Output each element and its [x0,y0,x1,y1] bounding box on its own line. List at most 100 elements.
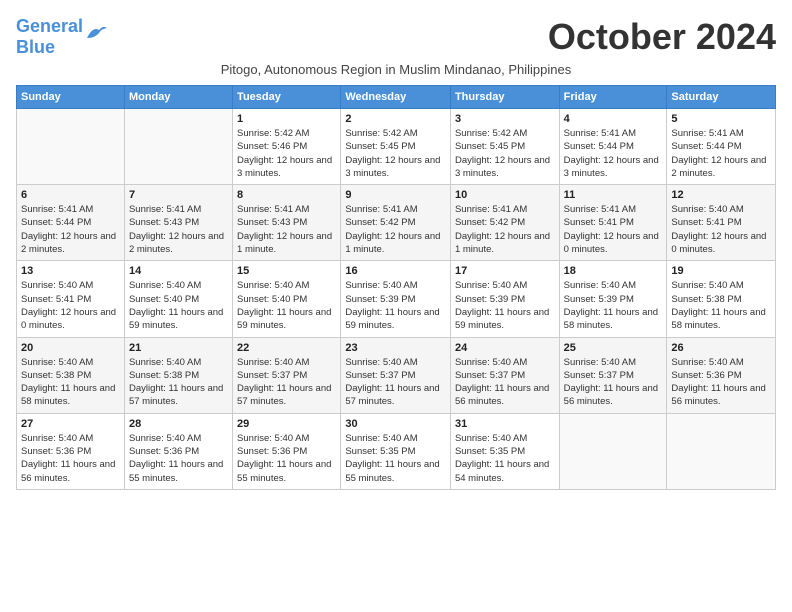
day-number: 14 [129,265,228,277]
calendar-week-3: 13 Sunrise: 5:40 AM Sunset: 5:41 PM Dayli… [17,261,776,337]
day-info: Sunrise: 5:42 AM Sunset: 5:45 PM Dayligh… [455,127,555,180]
calendar: SundayMondayTuesdayWednesdayThursdayFrid… [16,85,776,490]
day-info: Sunrise: 5:41 AM Sunset: 5:42 PM Dayligh… [345,203,446,256]
header: GeneralBlue October 2024 [16,16,776,58]
calendar-header-tuesday: Tuesday [233,86,341,109]
day-number: 5 [671,113,771,125]
day-number: 24 [455,342,555,354]
calendar-cell: 14 Sunrise: 5:40 AM Sunset: 5:40 PM Dayli… [124,261,232,337]
day-number: 1 [237,113,336,125]
day-info: Sunrise: 5:40 AM Sunset: 5:41 PM Dayligh… [671,203,771,256]
day-number: 29 [237,418,336,430]
day-info: Sunrise: 5:40 AM Sunset: 5:37 PM Dayligh… [455,356,555,409]
day-info: Sunrise: 5:41 AM Sunset: 5:44 PM Dayligh… [564,127,663,180]
day-number: 9 [345,189,446,201]
day-info: Sunrise: 5:40 AM Sunset: 5:36 PM Dayligh… [671,356,771,409]
calendar-cell: 11 Sunrise: 5:41 AM Sunset: 5:41 PM Dayli… [559,185,667,261]
day-info: Sunrise: 5:40 AM Sunset: 5:39 PM Dayligh… [345,279,446,332]
calendar-week-1: 1 Sunrise: 5:42 AM Sunset: 5:46 PM Daylig… [17,109,776,185]
calendar-cell: 21Sunrise: 5:40 AM Sunset: 5:38 PM Dayli… [124,337,232,413]
calendar-header-thursday: Thursday [450,86,559,109]
day-number: 3 [455,113,555,125]
day-number: 11 [564,189,663,201]
day-info: Sunrise: 5:42 AM Sunset: 5:46 PM Dayligh… [237,127,336,180]
day-info: Sunrise: 5:41 AM Sunset: 5:44 PM Dayligh… [21,203,120,256]
day-number: 2 [345,113,446,125]
day-info: Sunrise: 5:40 AM Sunset: 5:38 PM Dayligh… [129,356,228,409]
day-number: 26 [671,342,771,354]
calendar-cell: 10Sunrise: 5:41 AM Sunset: 5:42 PM Dayli… [450,185,559,261]
calendar-cell: 5 Sunrise: 5:41 AM Sunset: 5:44 PM Daylig… [667,109,776,185]
day-number: 20 [21,342,120,354]
calendar-header-monday: Monday [124,86,232,109]
calendar-cell: 15Sunrise: 5:40 AM Sunset: 5:40 PM Dayli… [233,261,341,337]
day-info: Sunrise: 5:40 AM Sunset: 5:37 PM Dayligh… [345,356,446,409]
calendar-header-friday: Friday [559,86,667,109]
day-number: 6 [21,189,120,201]
day-number: 28 [129,418,228,430]
calendar-cell: 28 Sunrise: 5:40 AM Sunset: 5:36 PM Dayli… [124,413,232,489]
day-info: Sunrise: 5:40 AM Sunset: 5:35 PM Dayligh… [455,432,555,485]
subtitle: Pitogo, Autonomous Region in Muslim Mind… [16,62,776,77]
calendar-cell: 25 Sunrise: 5:40 AM Sunset: 5:37 PM Dayli… [559,337,667,413]
day-number: 4 [564,113,663,125]
calendar-body: 1 Sunrise: 5:42 AM Sunset: 5:46 PM Daylig… [17,109,776,490]
calendar-cell: 4 Sunrise: 5:41 AM Sunset: 5:44 PM Daylig… [559,109,667,185]
day-number: 13 [21,265,120,277]
day-number: 25 [564,342,663,354]
day-number: 30 [345,418,446,430]
month-title: October 2024 [548,16,776,58]
calendar-cell: 16 Sunrise: 5:40 AM Sunset: 5:39 PM Dayli… [341,261,451,337]
logo: GeneralBlue [16,16,107,58]
calendar-cell: 23 Sunrise: 5:40 AM Sunset: 5:37 PM Dayli… [341,337,451,413]
calendar-cell: 19 Sunrise: 5:40 AM Sunset: 5:38 PM Dayli… [667,261,776,337]
day-number: 17 [455,265,555,277]
calendar-cell [667,413,776,489]
day-number: 16 [345,265,446,277]
calendar-cell: 9 Sunrise: 5:41 AM Sunset: 5:42 PM Daylig… [341,185,451,261]
day-info: Sunrise: 5:40 AM Sunset: 5:36 PM Dayligh… [129,432,228,485]
calendar-cell: 1 Sunrise: 5:42 AM Sunset: 5:46 PM Daylig… [233,109,341,185]
day-info: Sunrise: 5:40 AM Sunset: 5:38 PM Dayligh… [671,279,771,332]
logo-bird-icon [85,24,107,40]
day-info: Sunrise: 5:40 AM Sunset: 5:40 PM Dayligh… [237,279,336,332]
calendar-week-2: 6 Sunrise: 5:41 AM Sunset: 5:44 PM Daylig… [17,185,776,261]
calendar-cell: 3 Sunrise: 5:42 AM Sunset: 5:45 PM Daylig… [450,109,559,185]
calendar-header-saturday: Saturday [667,86,776,109]
day-info: Sunrise: 5:40 AM Sunset: 5:39 PM Dayligh… [564,279,663,332]
calendar-header-row: SundayMondayTuesdayWednesdayThursdayFrid… [17,86,776,109]
day-info: Sunrise: 5:40 AM Sunset: 5:41 PM Dayligh… [21,279,120,332]
calendar-cell: 30 Sunrise: 5:40 AM Sunset: 5:35 PM Dayli… [341,413,451,489]
calendar-cell: 17 Sunrise: 5:40 AM Sunset: 5:39 PM Dayli… [450,261,559,337]
calendar-cell: 18Sunrise: 5:40 AM Sunset: 5:39 PM Dayli… [559,261,667,337]
day-info: Sunrise: 5:41 AM Sunset: 5:44 PM Dayligh… [671,127,771,180]
logo-text: GeneralBlue [16,16,83,58]
day-info: Sunrise: 5:41 AM Sunset: 5:43 PM Dayligh… [237,203,336,256]
day-info: Sunrise: 5:40 AM Sunset: 5:40 PM Dayligh… [129,279,228,332]
day-number: 10 [455,189,555,201]
day-info: Sunrise: 5:40 AM Sunset: 5:38 PM Dayligh… [21,356,120,409]
day-number: 19 [671,265,771,277]
day-info: Sunrise: 5:40 AM Sunset: 5:37 PM Dayligh… [237,356,336,409]
calendar-week-5: 27 Sunrise: 5:40 AM Sunset: 5:36 PM Dayli… [17,413,776,489]
day-number: 12 [671,189,771,201]
calendar-cell: 13 Sunrise: 5:40 AM Sunset: 5:41 PM Dayli… [17,261,125,337]
day-number: 31 [455,418,555,430]
day-info: Sunrise: 5:41 AM Sunset: 5:43 PM Dayligh… [129,203,228,256]
day-number: 27 [21,418,120,430]
calendar-cell [124,109,232,185]
day-number: 23 [345,342,446,354]
calendar-cell: 29Sunrise: 5:40 AM Sunset: 5:36 PM Dayli… [233,413,341,489]
day-info: Sunrise: 5:41 AM Sunset: 5:41 PM Dayligh… [564,203,663,256]
day-info: Sunrise: 5:40 AM Sunset: 5:37 PM Dayligh… [564,356,663,409]
day-info: Sunrise: 5:40 AM Sunset: 5:39 PM Dayligh… [455,279,555,332]
day-number: 8 [237,189,336,201]
calendar-cell: 8 Sunrise: 5:41 AM Sunset: 5:43 PM Daylig… [233,185,341,261]
calendar-header-sunday: Sunday [17,86,125,109]
day-number: 7 [129,189,228,201]
calendar-cell: 31 Sunrise: 5:40 AM Sunset: 5:35 PM Dayli… [450,413,559,489]
day-info: Sunrise: 5:40 AM Sunset: 5:35 PM Dayligh… [345,432,446,485]
calendar-cell: 2Sunrise: 5:42 AM Sunset: 5:45 PM Daylig… [341,109,451,185]
calendar-cell: 26 Sunrise: 5:40 AM Sunset: 5:36 PM Dayli… [667,337,776,413]
calendar-cell: 22Sunrise: 5:40 AM Sunset: 5:37 PM Dayli… [233,337,341,413]
